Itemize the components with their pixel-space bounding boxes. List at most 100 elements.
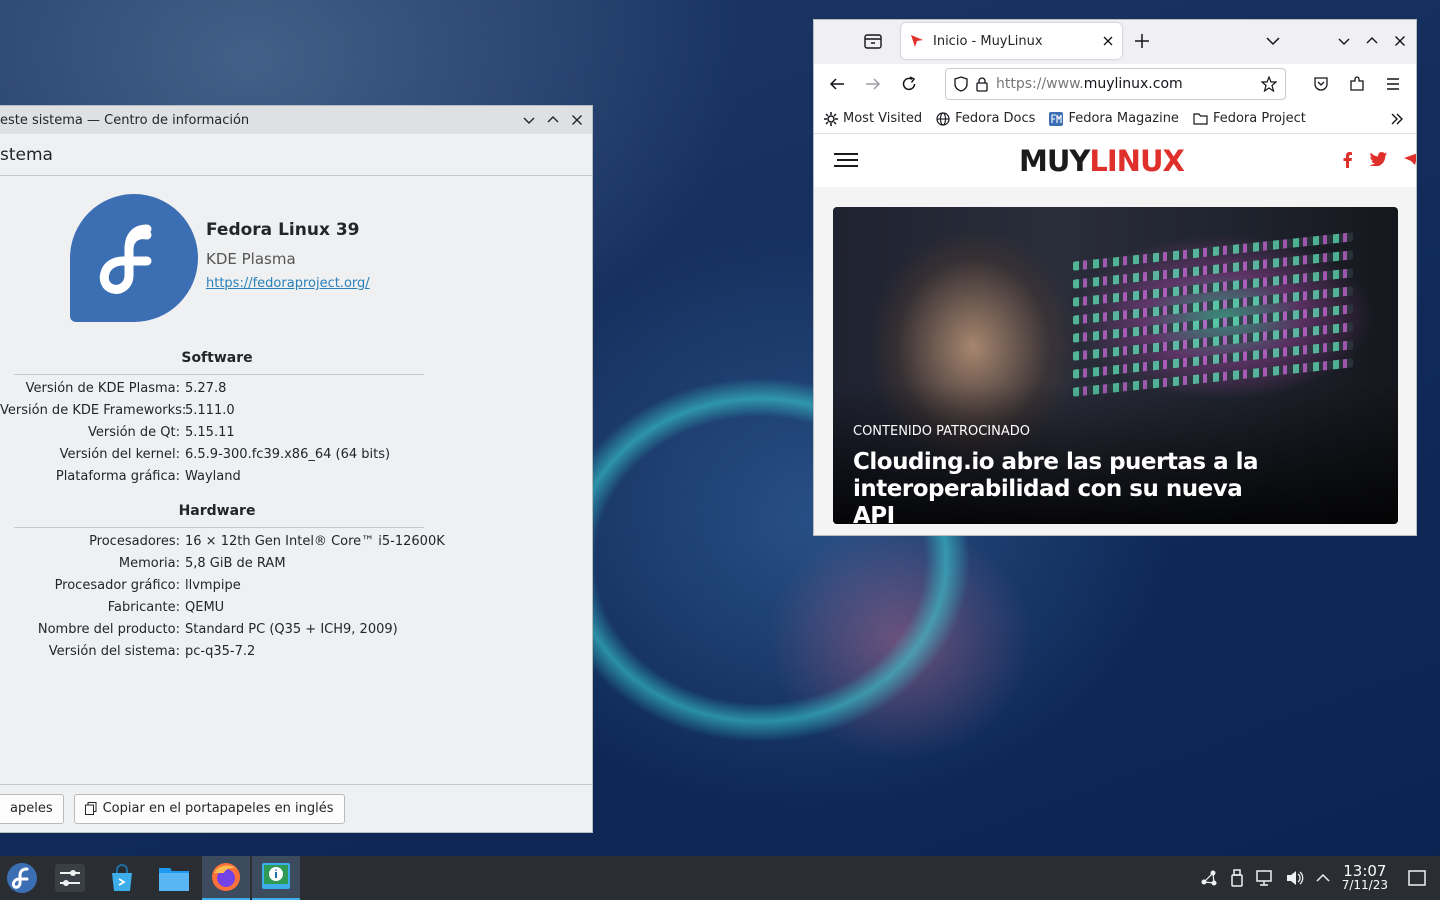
bookmark-most-visited[interactable]: Most Visited	[824, 111, 922, 126]
close-icon	[572, 115, 582, 125]
article-title[interactable]: Clouding.io abre las puertas a la intero…	[853, 449, 1283, 524]
chevron-up-icon	[547, 116, 559, 123]
taskbar-dolphin[interactable]	[150, 856, 198, 900]
info-center-titlebar[interactable]: este sistema — Centro de información	[0, 106, 592, 134]
tab-muylinux[interactable]: Inicio - MuyLinux	[901, 23, 1122, 59]
desktop-name: KDE Plasma	[206, 250, 296, 268]
distro-name: Fedora Linux 39	[206, 220, 360, 240]
info-value: 16 × 12th Gen Intel® Core™ i5-12600K	[185, 533, 445, 549]
brand-muy: MUY	[1019, 144, 1090, 178]
site-content: CONTENIDO PATROCINADO Clouding.io abre l…	[814, 187, 1416, 535]
url-bar[interactable]: https://www.muylinux.com	[945, 68, 1286, 100]
url-prefix: https://www.	[996, 76, 1084, 92]
site-menu-button[interactable]	[834, 152, 858, 168]
telegram-link[interactable]	[1404, 153, 1416, 165]
info-center-window: este sistema — Centro de información ste…	[0, 105, 593, 833]
bookmark-fedora-magazine[interactable]: Fedora Magazine	[1049, 111, 1179, 126]
new-tab-button[interactable]	[1134, 33, 1150, 49]
taskbar-system-settings[interactable]	[46, 856, 94, 900]
featured-article[interactable]: CONTENIDO PATROCINADO Clouding.io abre l…	[833, 207, 1398, 524]
info-row: Versión del sistema: pc-q35-7.2	[0, 640, 593, 662]
star-icon[interactable]	[1261, 76, 1277, 92]
url-text[interactable]: https://www.muylinux.com	[996, 76, 1253, 92]
clock-time: 13:07	[1343, 862, 1387, 880]
extensions-button[interactable]	[1349, 76, 1365, 92]
copy-clipboard-english-button[interactable]: Copiar en el portapapeles en inglés	[73, 793, 345, 824]
firefox-window: Inicio - MuyLinux https://www.muylinux.c…	[813, 19, 1417, 536]
telegram-icon	[1404, 153, 1416, 165]
show-desktop-icon	[1408, 870, 1426, 886]
speaker-icon	[1286, 871, 1304, 885]
bookmarks-overflow-button[interactable]	[1390, 112, 1404, 126]
minimize-button[interactable]	[522, 113, 536, 127]
brand-linux: LINUX	[1089, 144, 1184, 178]
info-row: Versión de KDE Frameworks: 5.111.0	[0, 399, 593, 421]
chevron-double-right-icon	[1391, 113, 1403, 125]
window-title: este sistema — Centro de información	[0, 112, 250, 128]
network-button[interactable]	[1255, 870, 1274, 886]
show-desktop-button[interactable]	[1408, 870, 1426, 886]
kde-connect-button[interactable]	[1200, 869, 1218, 887]
bookmark-label: Fedora Docs	[955, 111, 1036, 126]
info-content: Fedora Linux 39 KDE Plasma https://fedor…	[0, 176, 592, 784]
fedora-magazine-icon	[1049, 111, 1064, 126]
pocket-button[interactable]	[1313, 76, 1329, 92]
tab-bar: Inicio - MuyLinux	[814, 20, 1416, 64]
facebook-link[interactable]	[1342, 152, 1352, 168]
info-value: 5.27.8	[185, 380, 227, 396]
fedora-logo	[70, 194, 198, 322]
twitter-link[interactable]	[1370, 152, 1387, 166]
reload-icon	[902, 76, 916, 91]
bookmark-fedora-docs[interactable]: Fedora Docs	[936, 111, 1035, 126]
firefox-view-button[interactable]	[864, 33, 882, 49]
volume-button[interactable]	[1286, 870, 1304, 886]
info-row: Procesador gráfico: llvmpipe	[0, 574, 593, 596]
globe-icon	[936, 111, 950, 126]
navigation-toolbar: https://www.muylinux.com	[814, 64, 1416, 104]
application-launcher[interactable]	[0, 856, 44, 900]
taskbar-info-center[interactable]	[252, 856, 300, 900]
menu-button[interactable]	[1385, 76, 1401, 92]
tray-expand-button[interactable]	[1316, 873, 1330, 883]
info-row: Memoria: 5,8 GiB de RAM	[0, 552, 593, 574]
maximize-button[interactable]	[546, 113, 560, 127]
reload-button[interactable]	[901, 76, 917, 92]
muylinux-logo[interactable]: MUYLINUX	[1019, 144, 1185, 178]
discover-bag-icon	[112, 864, 132, 891]
info-key: Procesadores:	[89, 533, 180, 549]
gear-icon	[824, 111, 838, 126]
info-value: 5.111.0	[185, 402, 235, 418]
minimize-button[interactable]	[1338, 35, 1350, 47]
button-label: apeles	[10, 801, 53, 816]
digital-clock[interactable]: 13:07 7/11/23	[1341, 862, 1388, 893]
maximize-button[interactable]	[1366, 35, 1378, 47]
close-button[interactable]	[570, 113, 584, 127]
hardware-list: Procesadores: 16 × 12th Gen Intel® Core™ …	[0, 530, 593, 662]
close-button[interactable]	[1394, 35, 1406, 47]
info-value: pc-q35-7.2	[185, 643, 256, 659]
taskbar-firefox[interactable]	[202, 856, 250, 900]
list-tabs-button[interactable]	[1266, 34, 1280, 48]
removable-device-button[interactable]	[1230, 869, 1244, 887]
info-key: Procesador gráfico:	[54, 577, 180, 593]
shield-icon[interactable]	[954, 76, 968, 92]
connect-icon	[1201, 870, 1217, 886]
folder-icon	[159, 868, 189, 891]
bookmark-fedora-project[interactable]: Fedora Project	[1193, 111, 1306, 126]
distro-url-link[interactable]: https://fedoraproject.org/	[206, 276, 370, 291]
info-value: 5,8 GiB de RAM	[185, 555, 286, 571]
back-button[interactable]	[829, 76, 845, 92]
copy-clipboard-button[interactable]: apeles	[0, 793, 64, 824]
sponsored-tag: CONTENIDO PATROCINADO	[853, 424, 1030, 439]
copy-icon	[84, 802, 97, 815]
clock-date: 7/11/23	[1341, 878, 1388, 892]
lock-icon[interactable]	[976, 76, 988, 92]
close-icon[interactable]	[1102, 35, 1114, 47]
software-list: Versión de KDE Plasma: 5.27.8 Versión de …	[0, 377, 593, 487]
info-key: Versión del kernel:	[59, 446, 180, 462]
info-key: Nombre del producto:	[37, 621, 180, 637]
info-row: Plataforma gráfica: Wayland	[0, 465, 593, 487]
taskbar-discover[interactable]	[98, 856, 146, 900]
bookmarks-toolbar: Most Visited Fedora Docs Fedora Magazine…	[814, 104, 1416, 134]
forward-button[interactable]	[865, 76, 881, 92]
